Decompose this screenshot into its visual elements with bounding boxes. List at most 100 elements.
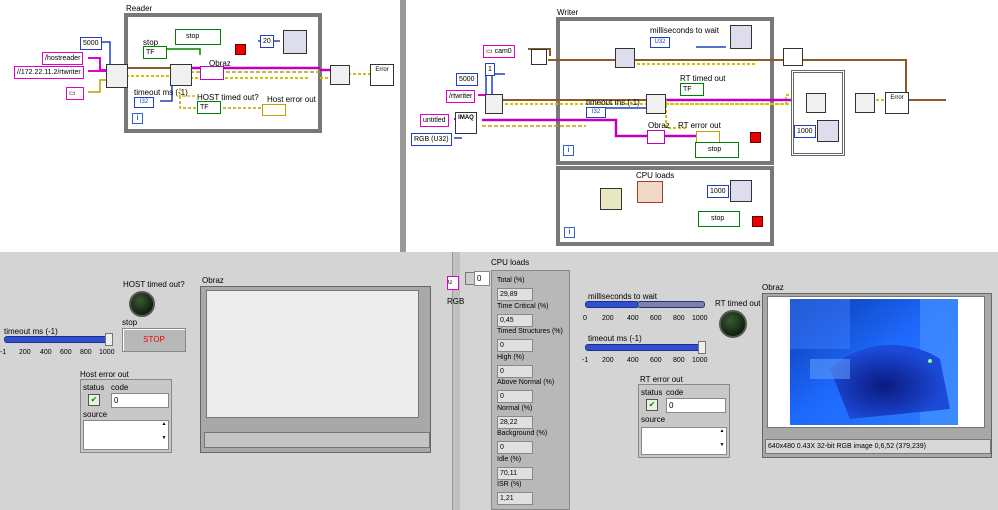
cpu-stop-local-var[interactable]: stop [698,211,740,227]
ms-wait-slider-track[interactable] [637,301,705,308]
writer-untitled-const[interactable]: untitled [420,114,449,127]
writer-flush-node[interactable] [806,93,826,113]
stop-button-label: stop [122,318,138,327]
writer-image-display[interactable]: 640x480 0.43X 32-bit RGB image 0,6,52 (3… [762,293,992,458]
ms-wait-label: milliseconds to wait [588,292,657,301]
writer-image-type-const[interactable]: RGB (U32) [411,133,452,146]
reader-image-info-bar [204,432,430,448]
writer-rtwriter-const[interactable]: /rtwriter [446,90,476,103]
source-label: source [83,410,108,419]
scroll-arrows-icon[interactable]: ▲ ▼ [718,428,726,454]
tick-label: 400 [627,357,639,364]
imaq-create-icon[interactable]: IMAQ [455,112,477,134]
writer-timeout-control[interactable]: I32 [586,107,606,118]
reader-stop-terminal[interactable]: TF [143,46,167,59]
tick-label: 400 [40,349,52,356]
tick-label: 600 [60,349,72,356]
writer-flat-sequence[interactable] [791,70,845,156]
status-check-icon: ✔ [646,399,658,411]
tick-label: 800 [80,349,92,356]
reader-close-connection-node[interactable] [330,65,350,85]
timeout-slider-track[interactable] [4,336,110,343]
reader-empty-string-const[interactable]: ▭ [66,87,84,100]
cpu-item-label: Idle (%) [497,456,522,463]
ms-wait-slider-fill[interactable] [585,301,639,308]
writer-camera-close-node[interactable] [783,48,803,66]
writer-open-connection-node[interactable] [485,94,503,114]
writer-ms-wait-label: milliseconds to wait [650,26,719,35]
writer-error-handler-icon[interactable]: Error [885,92,909,114]
u-string-control[interactable]: u [447,276,459,290]
cpu-item-value: 70,11 [497,467,533,480]
rt-timeout-slider-track[interactable] [585,344,705,351]
source-label: source [641,415,666,424]
code-field[interactable]: 0 [111,393,169,408]
writer-rt-timed-out-ind[interactable]: TF [680,83,704,96]
index-field[interactable]: 0 [474,271,490,286]
writer-cam0-const[interactable]: ▭ cam0 [483,45,515,58]
writer-close-connection-node[interactable] [855,93,875,113]
writer-write-node[interactable] [646,94,666,114]
writer-stop-condition-icon [750,132,761,143]
cpu-item-value: 1,21 [497,492,533,505]
reader-stop-local-var[interactable]: stop [175,29,221,45]
reader-read-node[interactable] [170,64,192,86]
stop-button[interactable]: STOP [122,328,186,352]
reader-image-area[interactable] [206,290,419,418]
scroll-arrows-icon[interactable]: ▲ ▼ [160,421,168,449]
reader-const-5000[interactable]: 5000 [80,37,102,50]
writer-image-area[interactable] [767,296,985,428]
reader-error-handler-icon[interactable]: Error [370,64,394,86]
rt-error-out-cluster: status code ✔ 0 source ▲ ▼ [638,384,730,458]
reader-rtwriter-url-const[interactable]: //172.22.11.2/rtwriter [14,66,84,79]
reader-open-connection-node[interactable] [106,64,128,88]
string-icon: ▭ [69,90,76,97]
reader-timeout-control[interactable]: I32 [134,97,154,108]
wait-ms-icon[interactable] [283,30,307,54]
camera-frame-image [790,299,958,425]
writer-const-1[interactable]: 1 [485,63,495,76]
cpu-item-value: 0 [497,339,533,352]
rgb-label: RGB [447,297,465,306]
wait-ms-icon[interactable] [730,180,752,202]
rt-timeout-label: timeout ms (-1) [588,334,642,343]
writer-rt-error-out-label: RT error out [678,121,721,130]
reader-wait-20-const[interactable]: 20 [260,35,274,48]
rt-timed-out-label: RT timed out [715,299,761,308]
reader-host-error-out-label: Host error out [267,95,316,104]
reader-image-display[interactable] [200,286,431,453]
reader-host-error-out-ind[interactable] [262,104,286,116]
wait-ms-icon[interactable] [730,25,752,49]
reader-host-timed-out-ind[interactable]: TF [197,101,221,114]
tick-label: 400 [627,315,639,322]
cpu-item-value: 0,45 [497,314,533,327]
tick-label: 200 [19,349,31,356]
source-field[interactable]: ▲ ▼ [83,420,169,450]
wait-ms-icon[interactable] [817,120,839,142]
rt-timeout-slider-scale: -1 200 400 600 800 1000 [580,351,710,369]
writer-grab-node[interactable] [615,48,635,68]
cpu-loads-label: CPU loads [491,258,530,267]
cpu-loads-cluster: Total (%) 29,89 Time Critical (%) 0,45 T… [491,270,570,510]
cpu-item-value: 28,22 [497,416,533,429]
rt-get-cpu-loads-node[interactable] [600,188,622,210]
code-field[interactable]: 0 [666,398,726,413]
writer-camera-open-node[interactable] [531,49,547,65]
cpu-item-value: 0 [497,441,533,454]
writer-obraz-indicator[interactable] [647,130,665,144]
reader-hostreader-const[interactable]: /hostreader [42,52,84,65]
reader-obraz-indicator[interactable] [200,66,224,80]
cpu-item-label: Time Critical (%) [497,303,549,310]
status-check-icon: ✔ [88,394,100,406]
cpu-loads-indicator[interactable] [637,181,663,203]
host-timed-out-led [129,291,155,317]
source-field[interactable]: ▲ ▼ [641,427,727,455]
cpu-const-1000[interactable]: 1000 [707,185,729,198]
writer-const-1000[interactable]: 1000 [794,125,816,138]
writer-const-5000[interactable]: 5000 [456,73,478,86]
tick-label: 600 [650,315,662,322]
reader-obraz-display-label: Obraz [202,276,224,285]
writer-ms-wait-control[interactable]: U32 [650,37,670,48]
timeout-label: timeout ms (-1) [4,327,58,336]
writer-stop-local-var[interactable]: stop [695,142,739,158]
